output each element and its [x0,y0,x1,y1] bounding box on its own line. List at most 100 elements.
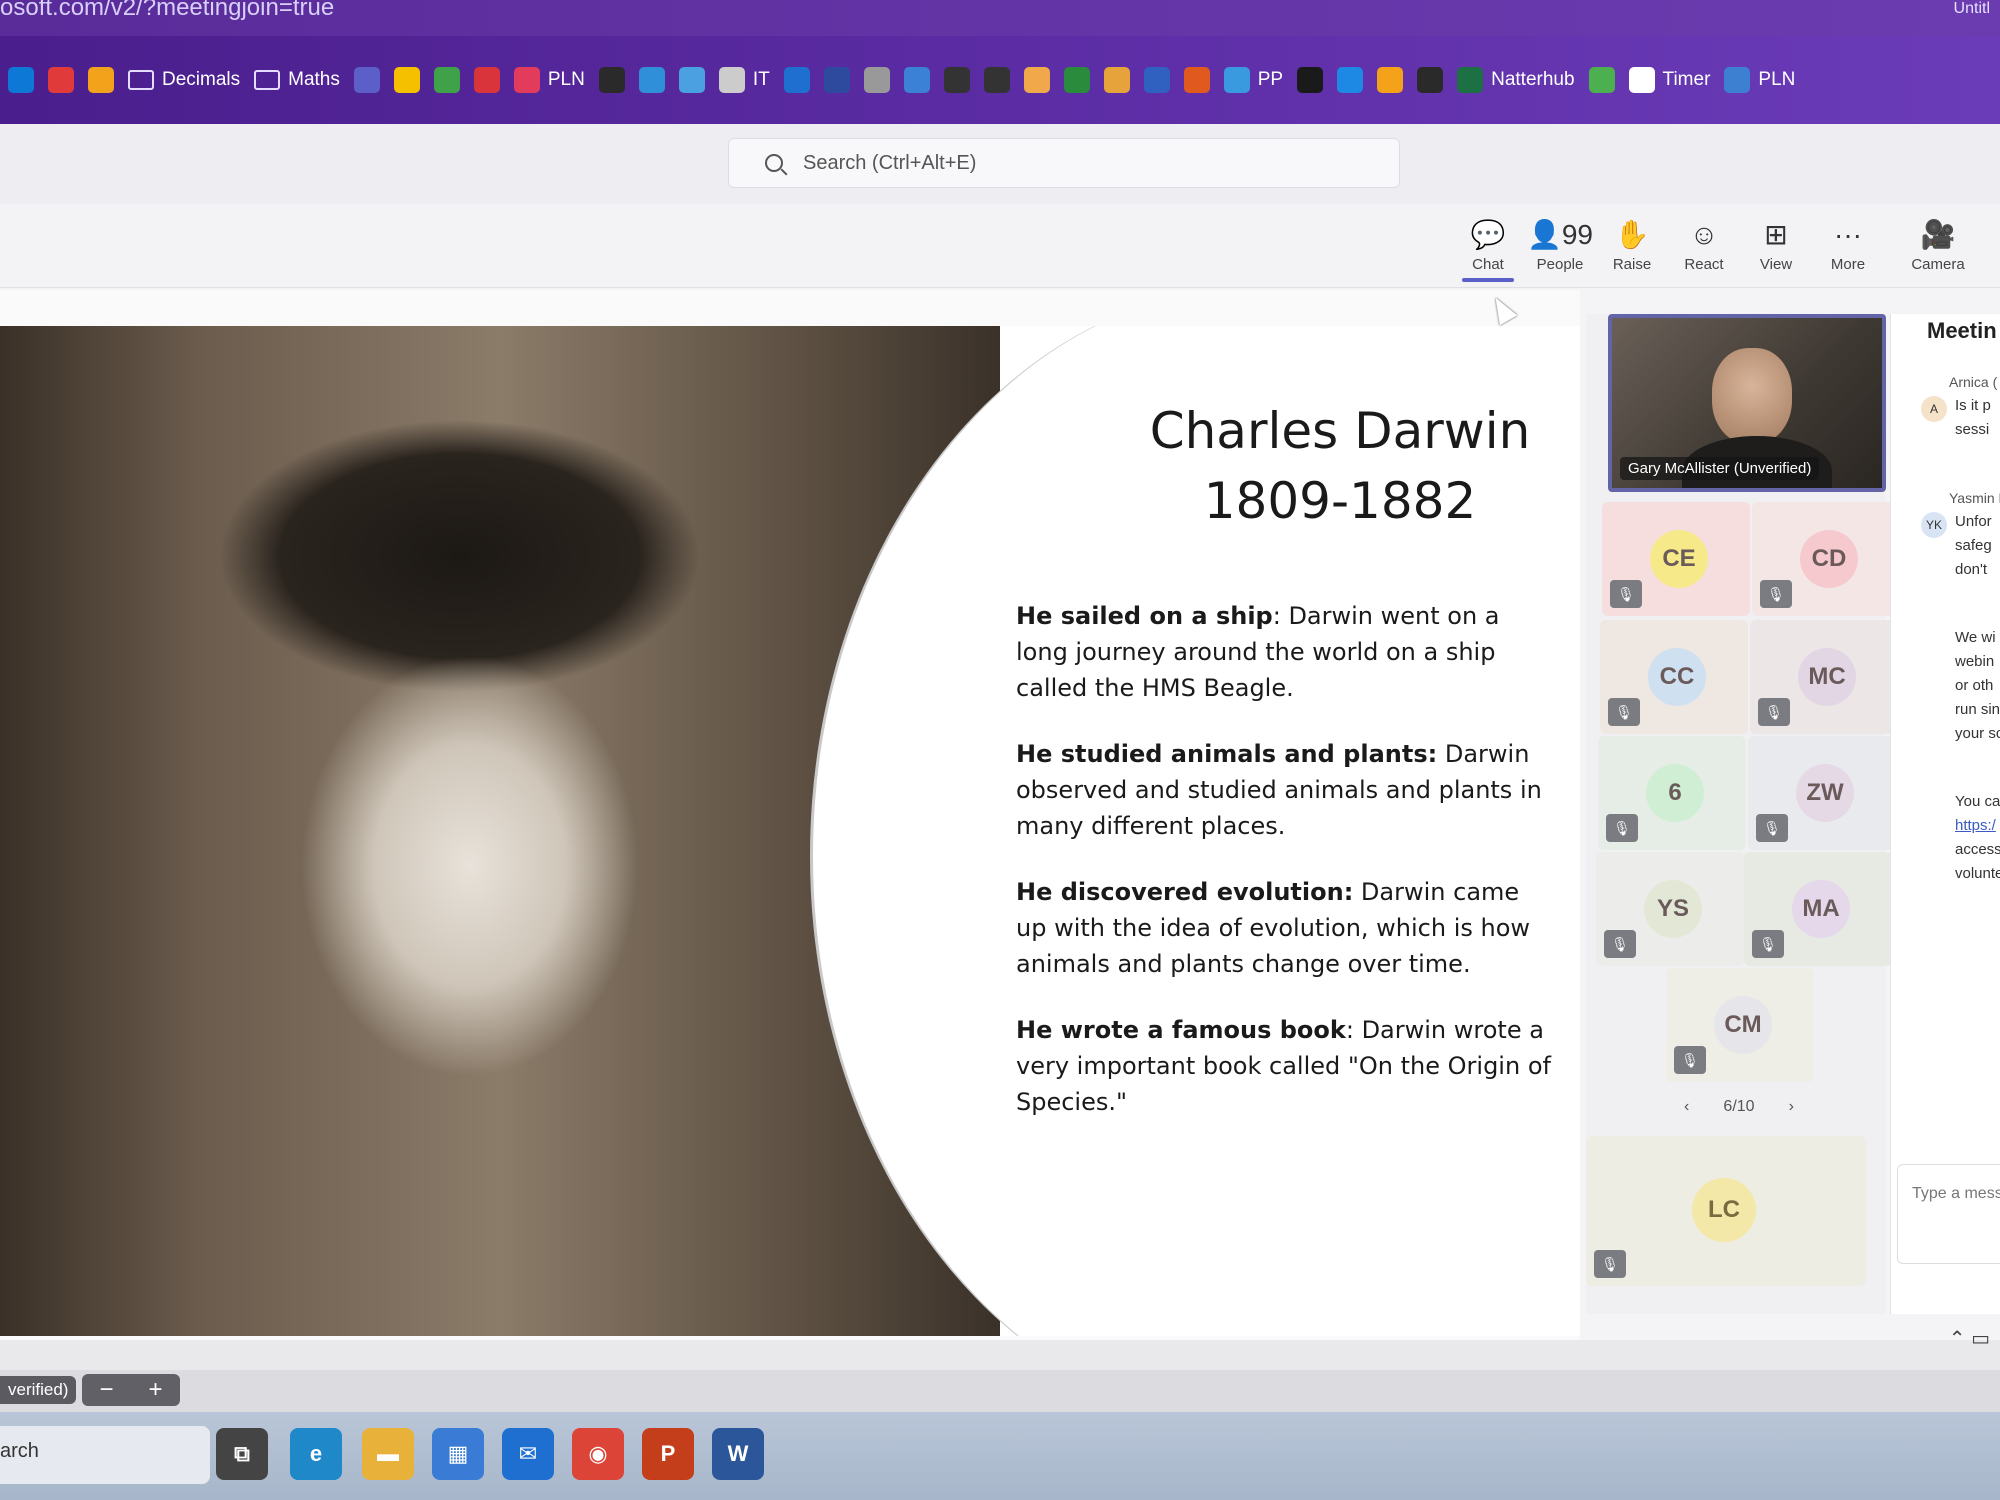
bookmark-pp[interactable]: PP [1223,67,1283,93]
participant-tile[interactable]: ZW 🎙 [1748,736,1896,850]
participant-tile[interactable]: CM 🎙 [1666,968,1814,1082]
participant-tile[interactable]: 6 🎙 [1598,736,1746,850]
task-view-icon[interactable]: ⧉ [216,1428,268,1480]
bookmark-photo[interactable] [48,67,74,93]
chat-line[interactable]: https:/ [1891,814,2000,838]
edge-icon[interactable]: e [290,1428,342,1480]
bookmark-teams[interactable] [353,67,380,93]
camera-button[interactable]: 🎥 Camera [1902,210,1974,282]
view-button[interactable]: ⊞ View [1740,210,1812,282]
participant-tile[interactable]: CE 🎙 [1602,502,1750,616]
bookmark-skype[interactable] [8,67,34,93]
participant-tile[interactable]: CC 🎙 [1600,620,1748,734]
network-icon[interactable]: ▭ [1971,1328,1990,1350]
presenter-name: Gary McAllister (Unverified) [1620,457,1820,480]
presenter-video[interactable]: Gary McAllister (Unverified) [1608,314,1886,492]
bookmark-natterhub[interactable]: Natterhub [1457,67,1575,93]
paragraph-heading: He studied animals and plants: [1016,740,1438,768]
folder-icon [128,70,154,90]
bookmark-timer[interactable]: Timer [1628,67,1710,93]
bookmark-bolt[interactable] [943,67,970,93]
bookmark-egg[interactable] [1023,67,1050,93]
participant-tile[interactable]: MC 🎙 [1750,620,1898,734]
participant-tile-featured[interactable]: LC 🎙 [1586,1136,1866,1286]
chat-line: safeg [1955,537,1992,554]
bookmark-maths[interactable]: Maths [254,69,340,91]
powerpoint-icon[interactable]: P [642,1428,694,1480]
chat-input[interactable]: Type a messa [1897,1164,2000,1264]
bee-icon [393,67,420,93]
participant-tile[interactable]: CD 🎙 [1752,502,1900,616]
mic-muted-icon: 🎙 [1758,698,1790,726]
slide-paragraph: He wrote a famous book: Darwin wrote a v… [1016,1012,1556,1120]
bookmark-k[interactable] [1297,67,1324,93]
people-button[interactable]: 👤99 People [1524,210,1596,282]
chat-button[interactable]: 💬 Chat [1452,210,1524,282]
participant-avatar: CM [1714,996,1772,1054]
file-explorer-icon[interactable]: ▬ [362,1428,414,1480]
bookmark-ball[interactable] [863,67,890,93]
bookmark-bee[interactable] [393,67,420,93]
bookmark-globe[interactable] [783,67,810,93]
slide-paragraph: He studied animals and plants: Darwin ob… [1016,736,1556,844]
bookmark-it[interactable]: IT [718,67,770,93]
bookmark-c[interactable] [1337,67,1364,93]
bookmark-mail[interactable] [638,67,665,93]
chat-line: We wi [1955,629,1996,646]
word-icon[interactable]: W [712,1428,764,1480]
bookmark-house[interactable] [1103,67,1130,93]
url-text[interactable]: osoft.com/v2/?meetingjoin=true [0,0,334,22]
more-button[interactable]: ··· More [1812,210,1884,282]
more-icon: ··· [1834,218,1862,250]
paragraph-heading: He discovered evolution: [1016,878,1354,906]
zoom-in-button[interactable]: + [148,1376,162,1404]
browser-address-bar[interactable]: osoft.com/v2/?meetingjoin=true Untitl [0,0,2000,36]
meeting-controls: 💬 Chat 👤99 People ✋ Raise ☺ React ⊞ View ··· More 🎥 C… [0,204,2000,288]
zoom-out-button[interactable]: − [99,1376,113,1404]
mic-muted-icon: 🎙 [1608,698,1640,726]
chevron-left-icon[interactable]: ‹ [1684,1098,1689,1116]
participant-avatar: 6 [1646,764,1704,822]
bookmark-person[interactable] [678,67,705,93]
bookmark-chat-bubble[interactable] [1143,67,1170,93]
bookmark-book[interactable] [1377,67,1404,93]
taskbar-search[interactable]: arch [0,1426,210,1484]
bookmark-r2[interactable] [1417,67,1444,93]
presentation-slide: Charles Darwin 1809-1882 He sailed on a … [0,326,1580,1336]
store-icon[interactable]: ▦ [432,1428,484,1480]
mail-icon[interactable]: ✉ [502,1428,554,1480]
bookmark-decimals[interactable]: Decimals [128,69,240,91]
participant-tile[interactable]: MA 🎙 [1744,852,1892,966]
bookmark-r[interactable] [598,67,625,93]
raise-button[interactable]: ✋ Raise [1596,210,1668,282]
chat-avatar: A [1921,396,1947,422]
mic-muted-icon: 🎙 [1594,1250,1626,1278]
react-button[interactable]: ☺ React [1668,210,1740,282]
bookmark-tp[interactable] [1063,67,1090,93]
chrome-icon[interactable]: ◉ [572,1428,624,1480]
bookmark-grid[interactable] [823,67,850,93]
shared-content-stage: Charles Darwin 1809-1882 He sailed on a … [0,290,1580,1340]
bookmark-hand[interactable] [983,67,1010,93]
chevron-right-icon[interactable]: › [1789,1098,1794,1116]
chat-sender: Arnica ( [1949,374,1998,390]
taskbar-search-label: arch [0,1440,39,1462]
more-label: More [1830,255,1866,273]
chevron-up-icon[interactable]: ⌃ [1949,1328,1966,1350]
windows-taskbar: arch ⧉ e ▬ ▦ ✉ ◉ P W [0,1412,2000,1500]
bookmark-label: PLN [547,69,585,90]
bookmark-leaf[interactable] [1588,67,1615,93]
slide-paragraph: He sailed on a ship: Darwin went on a lo… [1016,598,1556,706]
search-box[interactable]: Search (Ctrl+Alt+E) [728,138,1400,188]
bookmark-flower[interactable] [88,67,114,93]
bookmark-pln[interactable]: PLN [1724,67,1795,93]
bookmark-map[interactable] [433,67,460,93]
hand-icon [983,67,1010,93]
bookmark-swirl[interactable] [1183,67,1210,93]
bookmark-p[interactable] [903,67,930,93]
p-icon [903,67,930,93]
bookmark-pln[interactable]: PLN [513,67,585,93]
bookmark-tb[interactable] [473,67,500,93]
participant-tile[interactable]: YS 🎙 [1596,852,1744,966]
chat-avatar: YK [1921,512,1947,538]
